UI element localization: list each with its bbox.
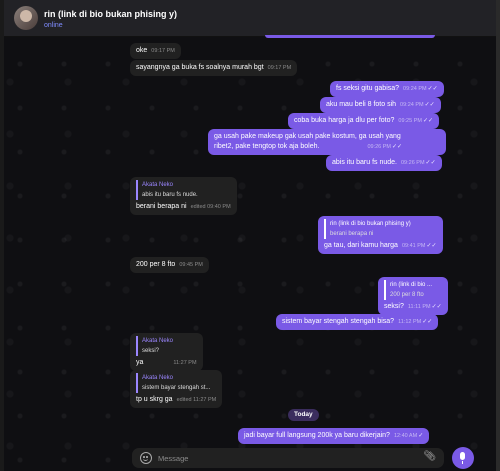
message-text: berani berapa ni <box>136 203 187 210</box>
message-time: 09:26 PM <box>367 144 392 150</box>
message-outgoing[interactable]: aku mau beli 8 foto sih 09:24 PM✓✓ <box>320 97 441 113</box>
message-time: 09:17 PM <box>151 48 175 54</box>
message-text: 200 per 8 fto <box>136 261 176 268</box>
message-time: 09:24 PM <box>403 86 427 92</box>
message-outgoing[interactable]: abis itu baru fs nude. 09:26 PM✓✓ <box>326 155 442 171</box>
message-outgoing-reply[interactable]: rin (link di bio ... 200 per 8 fto seksi… <box>378 277 448 315</box>
scrollbar[interactable] <box>496 0 500 471</box>
message-outgoing[interactable]: sistem bayar stengah stengah bisa? 11:12 … <box>276 314 439 330</box>
message-composer[interactable]: Message 📎︎ <box>132 448 444 468</box>
reply-text: sistem bayar stengah st... <box>142 385 211 391</box>
left-edge <box>0 0 4 471</box>
message-outgoing[interactable]: fs seksi gitu gabisa? 09:24 PM✓✓ <box>330 81 444 97</box>
message-incoming[interactable]: oke 09:17 PM <box>130 43 181 59</box>
mic-button[interactable] <box>452 447 474 469</box>
previous-message-edge <box>265 35 435 38</box>
message-text: abis itu baru fs nude. <box>332 159 397 166</box>
double-check-icon: ✓✓ <box>427 86 438 92</box>
reply-quote[interactable]: Akata Neko abis itu baru fs nude. <box>136 180 231 200</box>
message-time: 11:12 PM <box>398 319 422 325</box>
message-incoming[interactable]: 200 per 8 fto 09:45 PM <box>130 257 209 273</box>
reply-author: Akata Neko <box>142 375 174 381</box>
reply-author: Akata Neko <box>142 338 174 344</box>
reply-author: rin (link di bio ... <box>390 282 433 288</box>
message-text: ga tau, dari kamu harga <box>324 242 398 249</box>
double-check-icon: ✓✓ <box>422 319 433 325</box>
chat-header[interactable]: rin (link di bio bukan phising y) online <box>4 0 496 37</box>
message-incoming-reply[interactable]: Akata Neko sistem bayar stengah st... tp… <box>130 370 223 408</box>
message-time: 09:41 PM <box>401 243 426 249</box>
message-outgoing[interactable]: coba buka harga ja dlu per foto? 09:25 PM… <box>288 113 440 129</box>
message-text: sistem bayar stengah stengah bisa? <box>282 318 395 325</box>
message-incoming[interactable]: sayangnya ga buka fs soalnya murah bgt 09… <box>130 60 298 76</box>
reply-author: rin (link di bio bukan phising y) <box>330 221 411 227</box>
message-time: 12:40 AM <box>393 433 418 439</box>
double-check-icon: ✓✓ <box>424 102 435 108</box>
message-text: sayangnya ga buka fs soalnya murah bgt <box>136 64 264 71</box>
double-check-icon: ✓✓ <box>425 160 436 166</box>
message-time: 11:27 PM <box>173 360 197 366</box>
message-outgoing-reply[interactable]: rin (link di bio bukan phising y) berani… <box>318 216 443 254</box>
reply-quote[interactable]: Akata Neko seksi? <box>136 336 197 356</box>
check-icon: ✓ <box>418 433 424 439</box>
message-text: aku mau beli 8 foto sih <box>326 101 397 108</box>
message-text-line: ribet2, pake tengtop tok aja boleh. <box>214 143 320 150</box>
emoji-icon[interactable] <box>140 452 152 464</box>
reply-text: abis itu baru fs nude. <box>142 192 198 198</box>
message-text: coba buka harga ja dlu per foto? <box>294 117 395 124</box>
message-incoming-reply[interactable]: Akata Neko abis itu baru fs nude. berani… <box>130 177 237 215</box>
reply-quote[interactable]: rin (link di bio ... 200 per 8 fto <box>384 280 442 300</box>
double-check-icon: ✓✓ <box>426 243 437 249</box>
message-time: 11:11 PM <box>407 304 431 310</box>
reply-author: Akata Neko <box>142 182 174 188</box>
date-separator: Today <box>288 409 319 421</box>
avatar[interactable] <box>14 6 38 30</box>
message-time: 09:24 PM <box>400 102 424 108</box>
double-check-icon: ✓✓ <box>431 304 442 310</box>
double-check-icon: ✓✓ <box>422 118 434 124</box>
message-input[interactable]: Message <box>158 454 188 463</box>
message-time: edited 11:27 PM <box>176 397 217 403</box>
message-text: oke <box>136 47 148 54</box>
message-text: jadi bayar full langsung 200k ya baru di… <box>244 432 390 439</box>
message-text: seksi? <box>384 303 404 310</box>
message-time: 09:17 PM <box>267 65 292 71</box>
message-time: 09:25 PM <box>398 118 422 124</box>
paperclip-icon[interactable]: 📎︎ <box>423 451 436 462</box>
reply-quote[interactable]: rin (link di bio bukan phising y) berani… <box>324 219 437 239</box>
microphone-icon <box>460 452 465 464</box>
message-text: ya <box>136 359 144 366</box>
message-time: 09:26 PM <box>401 160 425 166</box>
message-text: tp u skrg ga <box>136 396 173 403</box>
double-check-icon: ✓✓ <box>392 144 403 150</box>
chat-title: rin (link di bio bukan phising y) <box>44 9 178 19</box>
reply-text: berani berapa ni <box>330 231 374 237</box>
chat-status: online <box>44 22 63 29</box>
message-incoming-reply[interactable]: Akata Neko seksi? ya 11:27 PM <box>130 333 203 371</box>
message-text: fs seksi gitu gabisa? <box>336 85 400 92</box>
message-outgoing[interactable]: jadi bayar full langsung 200k ya baru di… <box>238 428 430 444</box>
reply-quote[interactable]: Akata Neko sistem bayar stengah st... <box>136 373 216 393</box>
message-time: edited 09:40 PM <box>190 204 231 210</box>
message-text-line: ga usah pake makeup gak usah pake kostum… <box>214 133 401 140</box>
reply-text: seksi? <box>142 348 160 354</box>
message-outgoing[interactable]: ga usah pake makeup gak usah pake kostum… <box>208 129 446 155</box>
reply-text: 200 per 8 fto <box>390 292 424 298</box>
message-time: 09:45 PM <box>179 262 203 268</box>
